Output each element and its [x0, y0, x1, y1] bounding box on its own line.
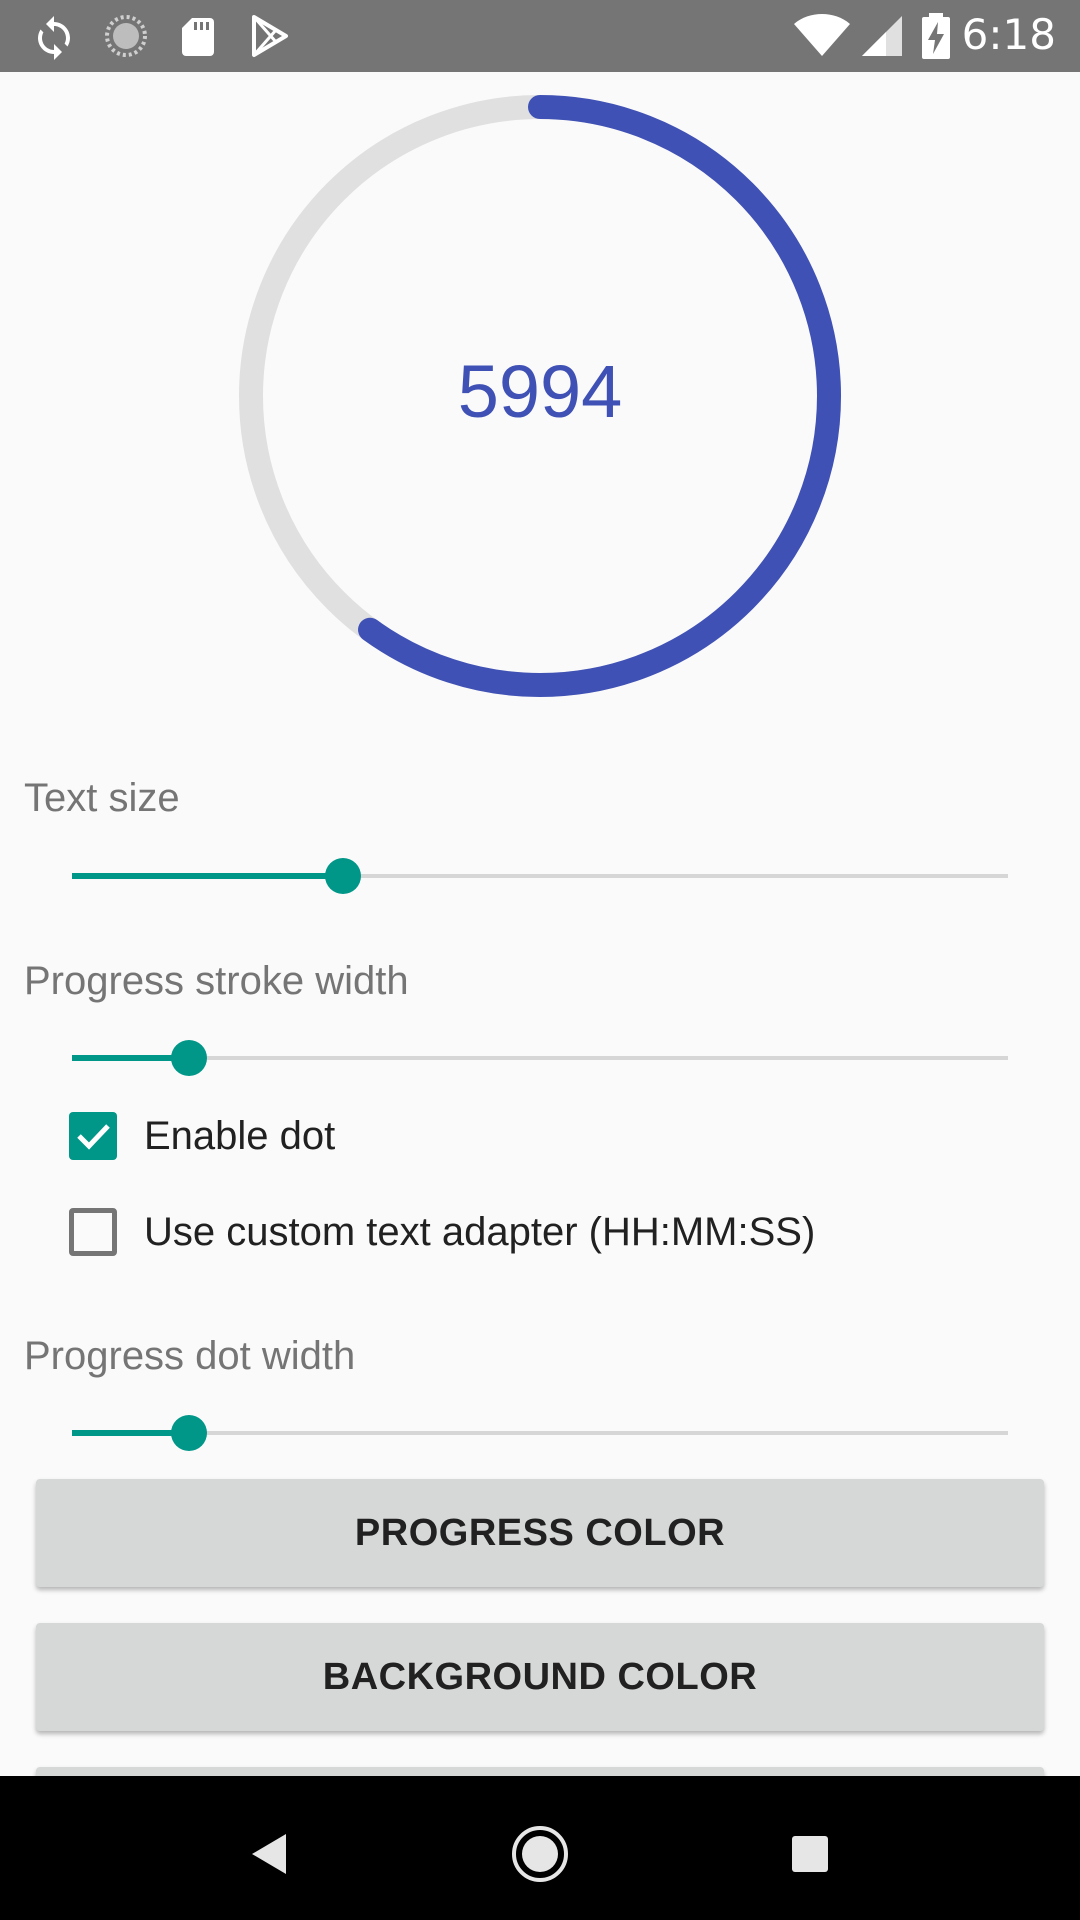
custom-text-adapter-label: Use custom text adapter (HH:MM:SS)	[144, 1210, 816, 1254]
slider-track	[72, 1431, 1008, 1435]
custom-text-adapter-checkbox[interactable]: Use custom text adapter (HH:MM:SS)	[66, 1202, 1016, 1262]
status-bar: 6:18	[0, 0, 1080, 72]
home-icon[interactable]	[510, 1824, 570, 1884]
text-size-label: Text size	[24, 776, 180, 820]
sync-icon	[38, 16, 70, 60]
enable-dot-label: Enable dot	[144, 1114, 336, 1158]
slider-track	[72, 1056, 1008, 1060]
wifi-icon	[794, 14, 850, 56]
slider-thumb[interactable]	[171, 1415, 207, 1451]
back-icon[interactable]	[240, 1824, 300, 1884]
checkbox-box[interactable]	[69, 1208, 117, 1256]
partially-visible-button[interactable]	[36, 1767, 1044, 1776]
stroke-width-slider[interactable]	[72, 1038, 1008, 1078]
dot-width-slider[interactable]	[72, 1413, 1008, 1453]
navigation-bar	[0, 1776, 1080, 1920]
text-size-slider[interactable]	[72, 856, 1008, 896]
checkmark-icon	[77, 1124, 110, 1150]
enable-dot-checkbox[interactable]: Enable dot	[66, 1106, 1016, 1166]
checkbox-box[interactable]	[69, 1112, 117, 1160]
slider-thumb[interactable]	[325, 858, 362, 894]
slider-fill	[72, 873, 344, 879]
slider-thumb[interactable]	[171, 1040, 207, 1076]
sd-card-icon	[182, 18, 214, 56]
progress-value: 5994	[457, 350, 623, 433]
dot-width-label: Progress dot width	[24, 1334, 356, 1378]
cell-signal-icon	[862, 16, 902, 56]
loading-icon	[105, 15, 147, 57]
play-store-icon	[252, 15, 288, 57]
main-content: 5994 Text size Progress stroke width Ena…	[0, 72, 1080, 1776]
background-color-button[interactable]: BACKGROUND COLOR	[36, 1623, 1044, 1731]
progress-color-button[interactable]: PROGRESS COLOR	[36, 1479, 1044, 1587]
recents-icon[interactable]	[780, 1824, 840, 1884]
clock: 6:18	[961, 10, 1056, 59]
battery-charging-icon	[922, 13, 950, 59]
stroke-width-label: Progress stroke width	[24, 959, 409, 1003]
